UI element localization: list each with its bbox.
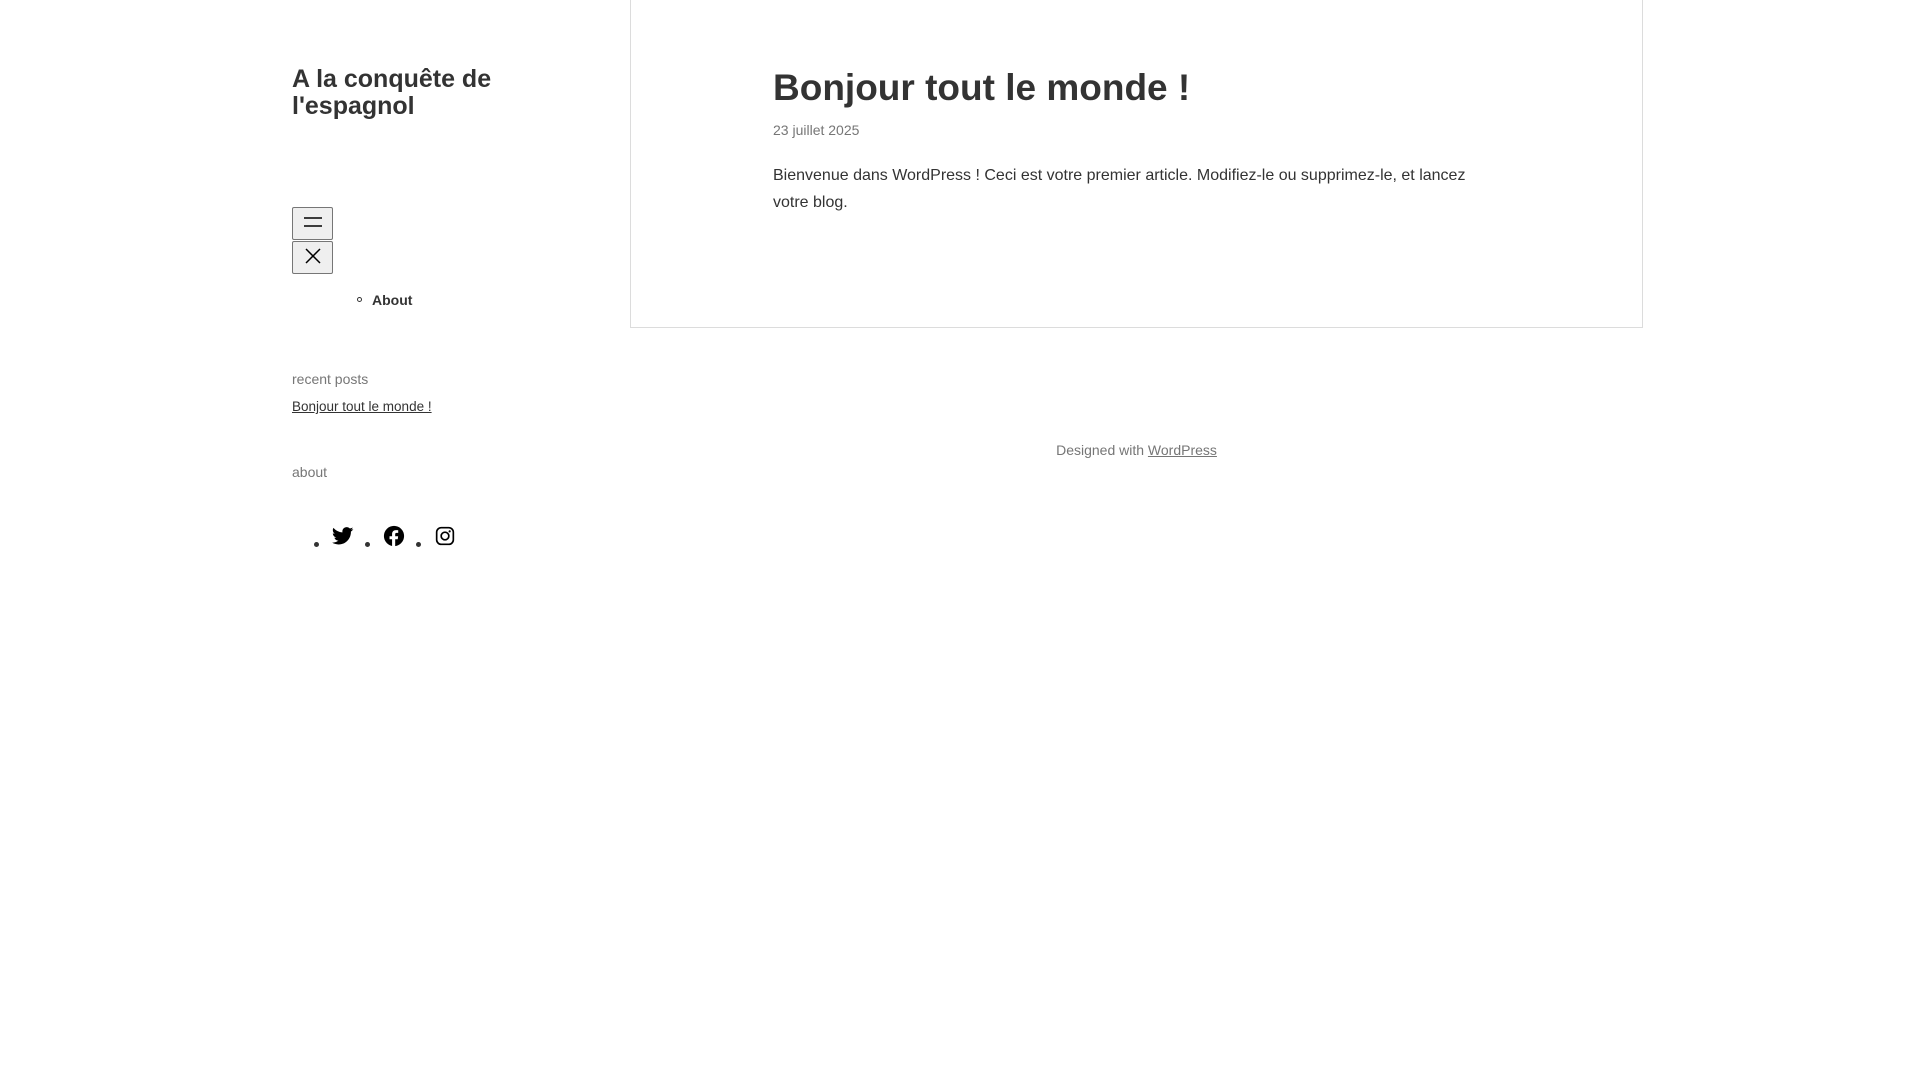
about-heading: about [292,464,328,480]
social-item-instagram [416,526,467,550]
site-footer: Designed with WordPress [630,441,1643,459]
post-date[interactable]: 23 juillet 2025 [773,121,859,139]
wordpress-link[interactable]: WordPress [1148,442,1217,458]
instagram-icon [435,526,455,551]
main-content: Bonjour tout le monde ! 23 juillet 2025 … [630,0,1643,328]
footer-text: Designed with [1056,442,1148,458]
social-item-twitter [314,526,365,550]
menu-icon [303,215,323,232]
close-icon [304,247,322,268]
post-content: Bienvenue dans WordPress ! Ceci est votr… [773,167,1466,211]
recent-post-link[interactable]: Bonjour tout le monde ! [292,398,432,416]
bullet-icon [357,297,362,302]
social-links [314,525,467,552]
bullet-icon [416,542,421,547]
social-item-facebook [365,525,416,552]
nav-item-about: About [357,291,412,309]
facebook-icon [383,525,405,552]
instagram-link[interactable] [433,526,457,550]
facebook-link[interactable] [382,525,406,552]
primary-navigation: About [357,291,412,309]
site-title[interactable]: A la conquête de l'espagnol [292,66,552,120]
nav-link-about[interactable]: About [372,292,412,308]
recent-posts-heading: recent posts [292,371,369,387]
menu-close-button[interactable] [292,241,333,274]
bullet-icon [314,542,319,547]
menu-open-button[interactable] [292,207,333,240]
twitter-link[interactable] [331,526,355,550]
bullet-icon [365,542,370,547]
post-title[interactable]: Bonjour tout le monde ! [773,66,1190,110]
twitter-icon [331,526,354,550]
